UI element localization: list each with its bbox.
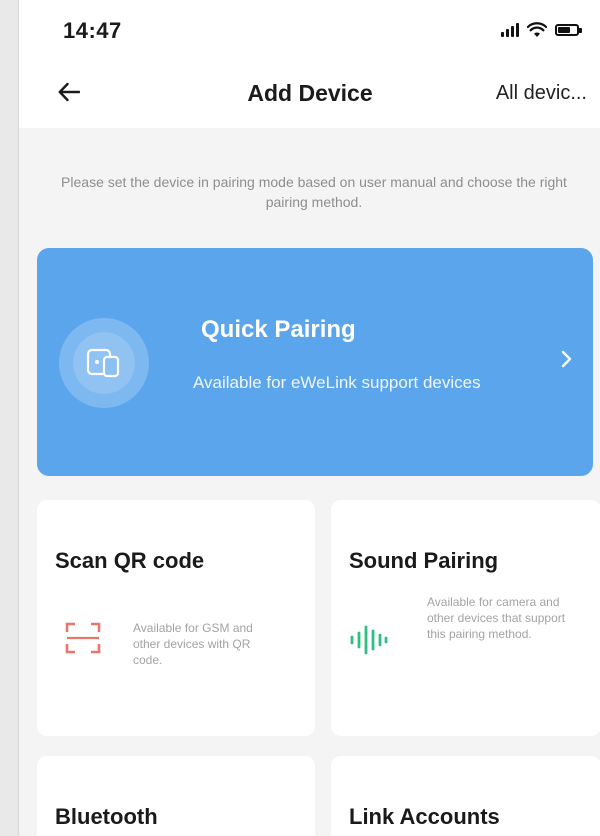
quick-pairing-card[interactable]: Quick Pairing Available for eWeLink supp… xyxy=(37,248,593,476)
wifi-icon xyxy=(527,22,547,37)
battery-icon xyxy=(555,24,582,36)
scan-qr-code-description: Available for GSM and other devices with… xyxy=(133,621,253,667)
quick-pairing-description: Available for eWeLink support devices xyxy=(193,373,481,392)
bluetooth-option[interactable]: Bluetooth xyxy=(37,756,315,836)
chevron-right-icon xyxy=(561,350,572,368)
status-bar: 14:47 xyxy=(19,0,600,56)
status-time: 14:47 xyxy=(63,18,122,43)
devices-icon xyxy=(86,348,120,378)
header-area: 14:47 Add Device All devic... xyxy=(19,0,600,128)
quick-pairing-icon-circle xyxy=(59,318,149,408)
scan-qr-code-option[interactable]: Scan QR code Available for GSM and other… xyxy=(37,500,315,736)
sound-pairing-title: Sound Pairing xyxy=(349,548,499,573)
app-screen: 14:47 Add Device All devic... Please set xyxy=(18,0,600,836)
pairing-instructions: Please set the device in pairing mode ba… xyxy=(61,174,567,210)
link-accounts-option[interactable]: Link Accounts xyxy=(331,756,600,836)
sound-pairing-description: Available for camera and other devices t… xyxy=(427,595,566,641)
scan-qr-code-title: Scan QR code xyxy=(55,548,205,573)
bluetooth-title: Bluetooth xyxy=(55,804,158,829)
navigation-bar: Add Device All devic... xyxy=(19,60,600,124)
all-devices-link[interactable]: All devic... xyxy=(496,82,587,105)
sound-pairing-option[interactable]: Sound Pairing Available for camera and o… xyxy=(331,500,600,736)
sound-wave-icon xyxy=(350,625,388,655)
link-accounts-title: Link Accounts xyxy=(349,804,500,829)
signal-icon xyxy=(501,23,519,37)
status-icons xyxy=(501,22,582,38)
qr-scan-icon xyxy=(65,622,101,654)
quick-pairing-title: Quick Pairing xyxy=(201,316,356,343)
